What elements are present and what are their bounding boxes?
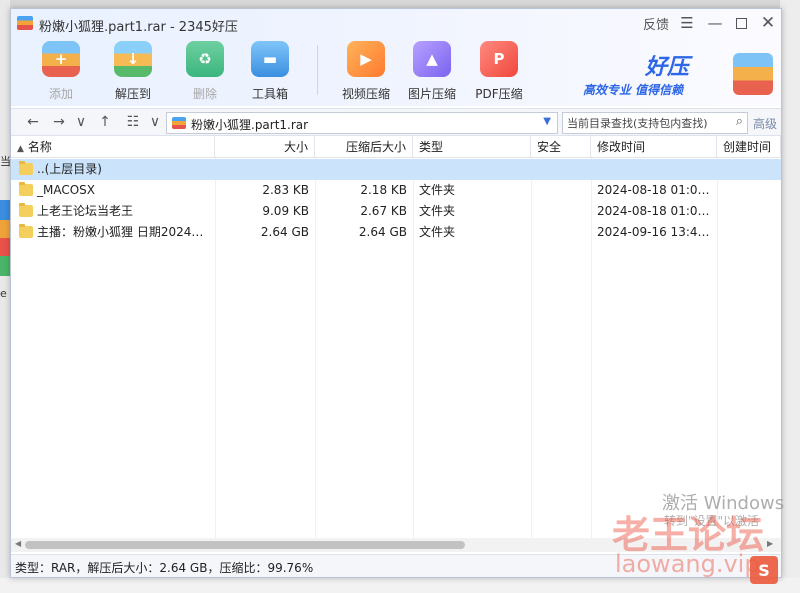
view-list-icon[interactable]: ☷ — [123, 112, 143, 132]
scroll-right-icon[interactable]: ▶ — [767, 539, 773, 548]
column-type[interactable]: 类型 — [413, 136, 531, 158]
path-text: 粉嫩小狐狸.part1.rar — [191, 118, 309, 132]
column-size[interactable]: 大小 — [215, 136, 315, 158]
header-area: 粉嫩小狐狸.part1.rar - 2345好压 反馈 ☰ — ✕ + 添加 ↓… — [11, 9, 781, 106]
toolbox-label: 工具箱 — [251, 87, 288, 101]
row-packed-size: 2.67 KB — [360, 204, 407, 218]
pdf-compress-label: PDF压缩 — [475, 87, 523, 101]
table-row[interactable]: _MACOSX 2.83 KB 2.18 KB 文件夹 2024-08-18 0… — [11, 180, 781, 201]
brand-block: 好压 高效专业 值得信赖 — [583, 49, 733, 99]
file-list: ▲ 名称 大小 压缩后大小 类型 安全 修改时间 创建时间 ..(上层目录) _M… — [11, 136, 781, 538]
add-label: 添加 — [48, 87, 73, 101]
table-row[interactable]: 主播：粉嫩小狐狸 日期2024年... 2.64 GB 2.64 GB 文件夹 … — [11, 222, 781, 243]
column-created[interactable]: 创建时间 — [717, 136, 781, 158]
brand-name: 好压 — [645, 55, 690, 80]
row-name: 上老王论坛当老王 — [37, 204, 134, 218]
row-size: 9.09 KB — [262, 204, 309, 218]
up-arrow-icon[interactable]: ↑ — [95, 112, 115, 132]
pdf-compress-icon: P — [480, 41, 518, 77]
search-input[interactable] — [567, 115, 725, 131]
desktop-bottom-strip — [0, 578, 800, 593]
row-type: 文件夹 — [419, 225, 456, 239]
video-compress-button[interactable]: ▶ 视频压缩 — [338, 41, 394, 103]
video-compress-icon: ▶ — [347, 41, 385, 77]
haozip-logo-icon — [17, 16, 33, 30]
row-name: 主播：粉嫩小狐狸 日期2024年... — [37, 225, 215, 239]
status-text: 类型：RAR，解压后大小：2.64 GB，压缩比：99.76% — [15, 561, 314, 575]
column-security[interactable]: 安全 — [531, 136, 591, 158]
extract-label: 解压到 — [114, 87, 151, 101]
toolbox-button[interactable]: ▬ 工具箱 — [242, 41, 298, 103]
toolbar-divider — [317, 45, 318, 95]
brand-slogan: 高效专业 值得信赖 — [583, 83, 684, 97]
desktop-left-strip: 当 e — [0, 0, 11, 593]
delete-button[interactable]: ♻ 删除 — [177, 41, 233, 103]
recycle-delete-icon: ♻ — [186, 41, 224, 77]
column-header-row: ▲ 名称 大小 压缩后大小 类型 安全 修改时间 创建时间 — [11, 136, 781, 158]
row-size: 2.83 KB — [262, 183, 309, 197]
address-bar: ← → ∨ ↑ ☷ ∨ 粉嫩小狐狸.part1.rar ▼ ⌕ 高级 — [11, 108, 781, 136]
sort-up-icon: ▲ — [17, 144, 24, 154]
row-type: 文件夹 — [419, 183, 456, 197]
column-name[interactable]: ▲ 名称 — [11, 136, 215, 158]
row-size: 2.64 GB — [260, 225, 309, 239]
path-dropdown-icon[interactable]: ▼ — [543, 116, 551, 127]
table-row[interactable]: ..(上层目录) — [11, 159, 781, 180]
toolbox-icon: ▬ — [251, 41, 289, 77]
row-modified: 2024-09-16 13:40:... — [597, 225, 717, 239]
extract-to-button[interactable]: ↓ 解压到 — [105, 41, 161, 103]
column-packed-size[interactable]: 压缩后大小 — [315, 136, 413, 158]
feedback-button[interactable]: 反馈 — [641, 13, 671, 33]
row-packed-size: 2.18 KB — [360, 183, 407, 197]
add-archive-icon: + — [42, 41, 80, 77]
forward-arrow-icon[interactable]: → — [49, 112, 69, 132]
column-modified[interactable]: 修改时间 — [591, 136, 717, 158]
scrollbar-thumb[interactable] — [25, 541, 465, 549]
row-modified: 2024-08-18 01:05:... — [597, 183, 717, 197]
advanced-search-link[interactable]: 高级 — [753, 115, 777, 132]
image-compress-label: 图片压缩 — [407, 87, 456, 101]
maximize-button[interactable] — [731, 13, 751, 33]
site-logo-icon: S — [750, 556, 778, 584]
video-compress-label: 视频压缩 — [341, 87, 390, 101]
delete-label: 删除 — [192, 87, 217, 101]
maximize-icon — [735, 17, 747, 29]
close-button[interactable]: ✕ — [758, 13, 778, 33]
title-bar: 粉嫩小狐狸.part1.rar - 2345好压 反馈 ☰ — ✕ — [11, 9, 781, 37]
search-field[interactable]: ⌕ — [562, 112, 748, 134]
image-compress-icon: ▲ — [413, 41, 451, 77]
row-type: 文件夹 — [419, 204, 456, 218]
archive-file-icon — [172, 117, 186, 129]
extract-icon: ↓ — [114, 41, 152, 77]
pdf-compress-button[interactable]: P PDF压缩 — [471, 41, 527, 103]
window-title: 粉嫩小狐狸.part1.rar - 2345好压 — [39, 20, 238, 35]
row-name: ..(上层目录) — [37, 162, 102, 176]
history-chevron-icon[interactable]: ∨ — [71, 112, 91, 132]
search-icon[interactable]: ⌕ — [736, 114, 743, 129]
image-compress-button[interactable]: ▲ 图片压缩 — [404, 41, 460, 103]
path-input[interactable]: 粉嫩小狐狸.part1.rar ▼ — [166, 112, 558, 134]
view-chevron-icon[interactable]: ∨ — [145, 112, 165, 132]
minimize-button[interactable]: — — [705, 13, 725, 33]
row-name: _MACOSX — [37, 183, 96, 197]
menu-icon[interactable]: ☰ — [677, 13, 697, 33]
scroll-left-icon[interactable]: ◀ — [15, 539, 21, 548]
site-url-watermark: laowang.vip — [615, 550, 760, 578]
back-arrow-icon[interactable]: ← — [23, 112, 43, 132]
row-packed-size: 2.64 GB — [358, 225, 407, 239]
add-button[interactable]: + 添加 — [33, 41, 89, 103]
table-row[interactable]: 上老王论坛当老王 9.09 KB 2.67 KB 文件夹 2024-08-18 … — [11, 201, 781, 222]
row-modified: 2024-08-18 01:05:... — [597, 204, 717, 218]
brand-archive-icon — [733, 53, 773, 95]
